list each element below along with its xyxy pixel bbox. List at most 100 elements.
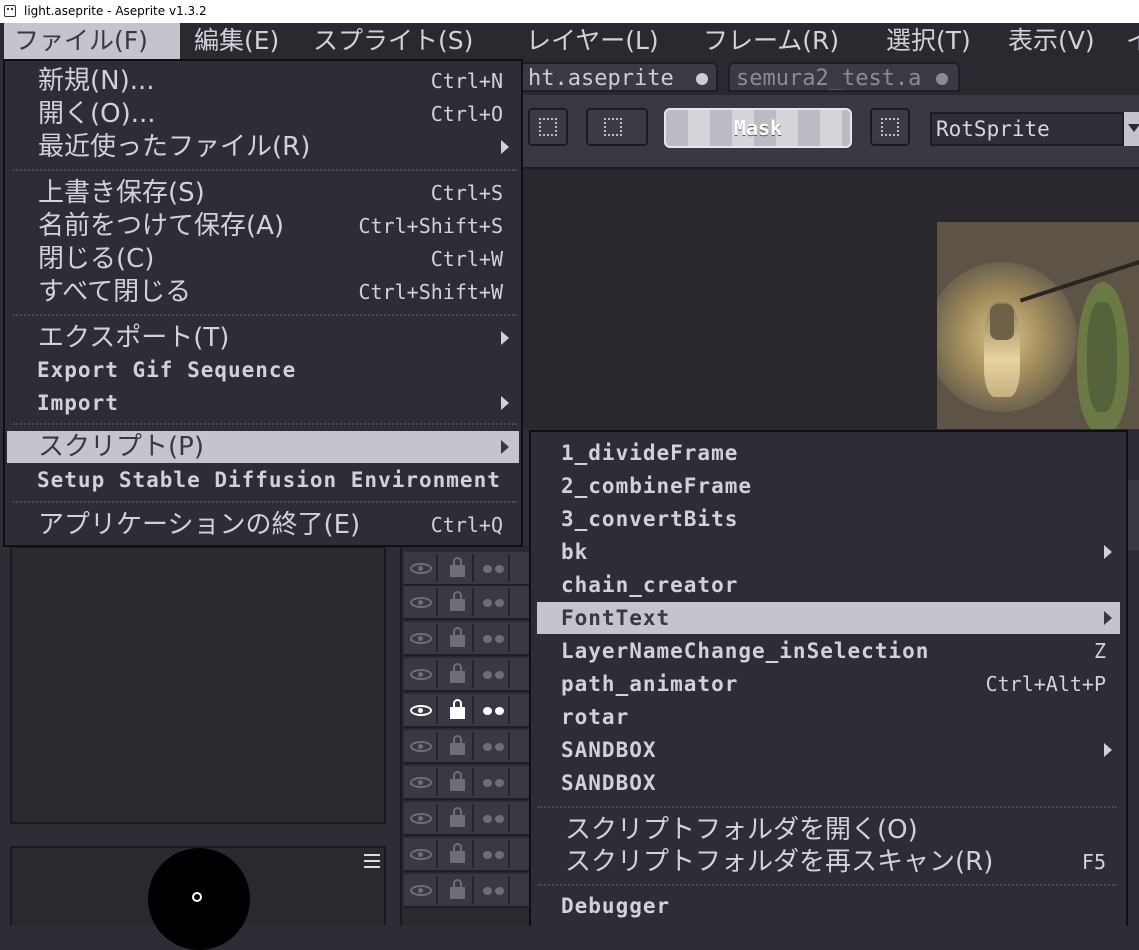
continuous-icon[interactable] [482,815,506,823]
eye-icon[interactable] [410,777,432,788]
eye-icon[interactable] [410,741,432,752]
layer-row[interactable] [404,838,530,872]
eye-icon[interactable] [410,885,432,896]
menu-item-close-all[interactable]: すべて閉じる Ctrl+Shift+W [7,276,519,308]
tab-semura2-test[interactable]: semura2_test.a [728,62,960,92]
layer-row[interactable] [404,552,530,586]
eye-icon[interactable] [410,705,432,716]
script-item-bk[interactable]: bk [537,536,1120,568]
lock-icon[interactable] [450,735,465,755]
lock-icon[interactable] [450,807,465,827]
lock-icon[interactable] [450,591,465,611]
script-item-rotar[interactable]: rotar [537,701,1120,733]
menu-item-export[interactable]: エクスポート(T) [7,322,519,354]
continuous-icon[interactable] [482,743,506,751]
chevron-down-icon[interactable] [1124,112,1139,146]
continuous-icon[interactable] [482,887,506,895]
script-item-fonttext[interactable]: FontText [537,602,1120,634]
menu-item-import[interactable]: Import [7,387,519,419]
continuous-icon[interactable] [482,671,506,679]
script-item-rescan-folder[interactable]: スクリプトフォルダを再スキャン(R) F5 [537,846,1120,878]
layer-row[interactable] [404,730,530,764]
sprite-canvas[interactable] [937,222,1139,429]
layer-row[interactable] [404,802,530,836]
menu-item-save[interactable]: 上書き保存(S) Ctrl+S [7,177,519,209]
menu-view[interactable]: 表示(V) [1008,23,1095,59]
menu-frame[interactable]: フレーム(R) [703,23,839,59]
menu-edit[interactable]: 編集(E) [194,23,279,59]
menu-item-export-gif-sequence[interactable]: Export Gif Sequence [7,354,519,386]
menu-item-setup-stable-diffusion[interactable]: Setup Stable Diffusion Environment [7,464,519,496]
eye-icon[interactable] [410,669,432,680]
layer-row[interactable] [404,874,530,908]
eye-icon[interactable] [410,563,432,574]
script-item-path-animator[interactable]: path_animator Ctrl+Alt+P [537,668,1120,700]
layer-row[interactable] [404,766,530,800]
script-item-open-folder[interactable]: スクリプトフォルダを開く(O) [537,814,1120,846]
modified-dot-icon[interactable] [696,73,708,85]
menu-item-close[interactable]: 閉じる(C) Ctrl+W [7,243,519,275]
menu-separator [537,806,1117,808]
eye-icon[interactable] [410,597,432,608]
menu-separator [13,501,517,503]
menu-more[interactable]: イ [1126,23,1139,59]
menu-item-save-as[interactable]: 名前をつけて保存(A) Ctrl+Shift+S [7,210,519,242]
eye-icon[interactable] [410,633,432,644]
pivot-position-button[interactable] [870,108,910,146]
submenu-arrow-icon [501,331,509,345]
script-item-layernamechange[interactable]: LayerNameChange_inSelection Z [537,635,1120,667]
eye-icon[interactable] [410,849,432,860]
script-item-debugger[interactable]: Debugger [537,890,1120,922]
eye-icon[interactable] [410,813,432,824]
menu-file[interactable]: ファイル(F) [4,23,180,59]
menu-select[interactable]: 選択(T) [886,23,971,59]
layer-row[interactable] [404,658,530,692]
transparent-color-button[interactable] [586,108,648,146]
timeline-layers [400,546,532,926]
lock-icon[interactable] [450,699,465,719]
color-wheel-panel [10,846,386,950]
color-wheel[interactable] [148,848,250,950]
menu-sprite[interactable]: スプライト(S) [313,23,473,59]
menu-item-new[interactable]: 新規(N)... Ctrl+N [7,65,519,97]
menu-layer[interactable]: レイヤー(L) [526,23,659,59]
menu-item-exit[interactable]: アプリケーションの終了(E) Ctrl+Q [7,509,519,541]
color-picker-ring[interactable] [192,892,202,902]
lightbulb-cap [990,304,1014,340]
continuous-icon[interactable] [482,779,506,787]
script-item-sandbox[interactable]: SANDBOX [537,767,1120,799]
pivot-button[interactable] [528,108,568,146]
script-item-chain-creator[interactable]: chain_creator [537,569,1120,601]
lock-icon[interactable] [450,557,465,577]
continuous-icon[interactable] [482,851,506,859]
lock-icon[interactable] [450,843,465,863]
menu-separator [537,884,1117,886]
leaf-shadow-art [1087,302,1117,412]
mask-button[interactable]: Mask [664,108,852,148]
script-item-sandbox-folder[interactable]: SANDBOX [537,734,1120,766]
rotation-algorithm-select[interactable]: RotSprite [930,112,1124,146]
continuous-icon[interactable] [482,707,506,715]
layer-row[interactable] [404,586,530,620]
lock-icon[interactable] [450,879,465,899]
layer-row-active[interactable] [404,694,530,728]
menu-item-recent-files[interactable]: 最近使ったファイル(R) [7,131,519,163]
script-item-1-divideframe[interactable]: 1_divideFrame [537,437,1120,469]
continuous-icon[interactable] [482,635,506,643]
menu-item-open[interactable]: 開く(O)... Ctrl+O [7,98,519,130]
script-item-2-combineframe[interactable]: 2_combineFrame [537,470,1120,502]
menu-item-scripts[interactable]: スクリプト(P) [7,431,519,463]
aseprite-app-icon [4,5,16,17]
continuous-icon[interactable] [482,599,506,607]
lock-icon[interactable] [450,771,465,791]
continuous-icon[interactable] [482,565,506,573]
tab-light-aseprite[interactable]: ht.aseprite [520,62,718,92]
submenu-arrow-icon [1104,545,1112,559]
script-item-3-convertbits[interactable]: 3_convertBits [537,503,1120,535]
canvas-area[interactable] [520,169,1139,429]
lock-icon[interactable] [450,627,465,647]
hamburger-menu-icon[interactable] [364,854,380,868]
modified-dot-icon[interactable] [936,73,948,85]
lock-icon[interactable] [450,663,465,683]
layer-row[interactable] [404,622,530,656]
